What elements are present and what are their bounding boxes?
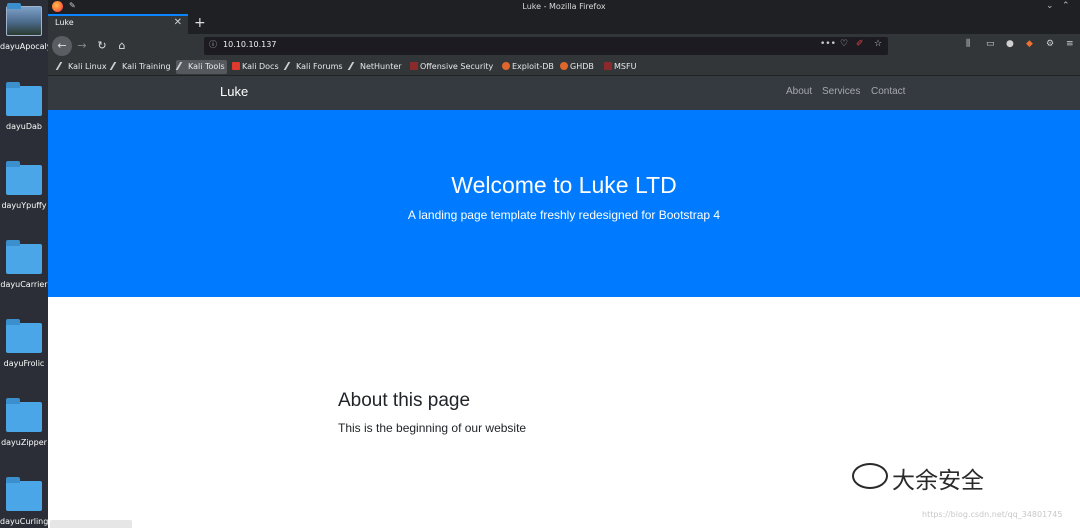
bookmark-kali-linux[interactable]: Kali Linux (55, 60, 107, 74)
browser-window: ✎ Luke - Mozilla Firefox ⌄ ⌃ Luke ✕ + ← … (48, 0, 1080, 528)
desktop-icon-dayuapocalyst[interactable]: dayuApocalyst (0, 3, 48, 51)
account-icon[interactable]: ● (1006, 39, 1014, 49)
nav-link-about[interactable]: About (786, 86, 812, 97)
window-titlebar: ✎ Luke - Mozilla Firefox ⌄ ⌃ (48, 0, 1080, 14)
bookmark-star-icon[interactable]: ☆ (874, 39, 882, 49)
kali-dragon-icon (109, 62, 123, 70)
maximize-icon[interactable]: ⌃ (1062, 0, 1070, 12)
image-folder-icon (6, 3, 42, 36)
web-page: Luke About Services Contact Welcome to L… (48, 76, 1080, 528)
nethunter-icon (347, 62, 361, 70)
msfu-icon (604, 62, 612, 70)
desktop-icon-label: dayuZipper (1, 438, 47, 447)
bookmark-label: Kali Tools (188, 62, 225, 71)
bookmark-label: GHDB (570, 62, 594, 71)
site-brand[interactable]: Luke (220, 84, 248, 99)
watermark-text: 大余安全 (892, 468, 984, 494)
site-navbar: Luke About Services Contact (48, 76, 1080, 110)
desktop-icon-label: dayuYpuffy (1, 201, 47, 210)
desktop-icon-label: dayuApocalyst (0, 42, 48, 51)
nav-link-contact[interactable]: Contact (871, 86, 905, 97)
source-url-watermark: https://blog.csdn.net/qq_34801745 (922, 510, 1063, 519)
bookmark-label: Kali Forums (296, 62, 343, 71)
desktop-icon-label: dayuCarrier (0, 280, 48, 289)
bookmark-label: Kali Training (122, 62, 171, 71)
desktop-icon-dayucarrier[interactable]: dayuCarrier (0, 240, 48, 289)
bookmarks-toolbar: Kali Linux Kali Training Kali Tools Kali… (48, 58, 1080, 76)
page-actions-icon[interactable]: ••• (820, 39, 836, 49)
pocket-icon[interactable]: ♡ (840, 39, 848, 49)
forward-arrow-icon[interactable]: → (72, 36, 92, 56)
bookmark-label: Kali Docs (242, 62, 279, 71)
folder-icon (6, 477, 42, 511)
bookmark-label: MSFU (614, 62, 637, 71)
tab-luke[interactable]: Luke ✕ (48, 14, 188, 34)
folder-icon (6, 82, 42, 116)
desktop-icon-dayucurling[interactable]: dayuCurling (0, 477, 48, 526)
folder-icon (6, 398, 42, 432)
extension-icon[interactable]: ◆ (1026, 39, 1033, 49)
bookmark-kali-tools[interactable]: Kali Tools (175, 60, 227, 74)
bookmark-kali-training[interactable]: Kali Training (109, 60, 171, 74)
offensive-security-icon (410, 62, 418, 70)
hero-subtitle: A landing page template freshly redesign… (407, 208, 721, 222)
url-text[interactable]: 10.10.10.137 (223, 40, 276, 49)
home-icon[interactable]: ⌂ (112, 36, 132, 56)
url-bar[interactable]: ⓘ 10.10.10.137 ••• ♡ ✐ ☆ (204, 37, 888, 55)
bookmark-msfu[interactable]: MSFU (604, 60, 636, 74)
settings-gear-icon[interactable]: ⚙ (1046, 39, 1054, 49)
bookmark-label: NetHunter (360, 62, 402, 71)
library-icon[interactable]: ⫼ (966, 39, 970, 49)
close-tab-icon[interactable]: ✕ (174, 17, 182, 28)
desktop-sidebar: dayuApocalyst dayuDab dayuYpuffy dayuCar… (0, 0, 48, 528)
bookmark-offensive-security[interactable]: Offensive Security (410, 60, 493, 74)
desktop-icon-dayufrolic[interactable]: dayuFrolic (0, 319, 48, 368)
minimize-icon[interactable]: ⌄ (1046, 0, 1054, 12)
watermark: 大余安全 (852, 461, 984, 495)
navigation-toolbar: ← → ↻ ⌂ ⓘ 10.10.10.137 ••• ♡ ✐ ☆ ⫼ ▭ ● ◆… (48, 34, 1080, 58)
about-text: This is the beginning of our website (338, 421, 527, 435)
kali-docs-icon (232, 62, 240, 70)
window-title: Luke - Mozilla Firefox (522, 2, 606, 11)
bookmark-label: Kali Linux (68, 62, 107, 71)
bookmark-kali-forums[interactable]: Kali Forums (283, 60, 343, 74)
new-tab-icon[interactable]: + (194, 15, 206, 31)
back-arrow-icon[interactable]: ← (52, 36, 72, 56)
bookmark-ghdb[interactable]: GHDB (560, 60, 594, 74)
wechat-icon (852, 463, 888, 489)
bookmark-nethunter[interactable]: NetHunter (347, 60, 402, 74)
about-heading: About this page (338, 390, 471, 411)
site-info-icon[interactable]: ⓘ (209, 39, 217, 50)
bookmark-exploit-db[interactable]: Exploit-DB (502, 60, 554, 74)
desktop-icon-label: dayuCurling (0, 517, 48, 526)
desktop-icon-label: dayuDab (6, 122, 42, 131)
exploit-db-icon (502, 62, 510, 70)
tab-strip: Luke ✕ + (48, 14, 1080, 34)
status-tooltip (50, 520, 132, 528)
screenshot-icon[interactable]: ✐ (856, 39, 864, 49)
desktop-icon-label: dayuFrolic (3, 359, 45, 368)
bookmark-kali-docs[interactable]: Kali Docs (232, 60, 279, 74)
ghdb-icon (560, 62, 568, 70)
kali-dragon-icon (55, 62, 69, 70)
folder-icon (6, 240, 42, 274)
bookmark-label: Offensive Security (420, 62, 494, 71)
folder-icon (6, 319, 42, 353)
hero-title: Welcome to Luke LTD (451, 172, 677, 198)
kali-dragon-icon (283, 62, 297, 70)
desktop-icon-dayuzipper[interactable]: dayuZipper (0, 398, 48, 447)
desktop-icon-dayudab[interactable]: dayuDab (0, 82, 48, 131)
desktop-icon-dayuypuffy[interactable]: dayuYpuffy (0, 161, 48, 210)
kali-dragon-icon (175, 62, 189, 70)
reload-icon[interactable]: ↻ (92, 36, 112, 56)
tab-title: Luke (55, 18, 74, 27)
hero-banner: Welcome to Luke LTD A landing page templ… (48, 110, 1080, 297)
nav-link-services[interactable]: Services (822, 86, 860, 97)
folder-icon (6, 161, 42, 195)
sidebar-icon[interactable]: ▭ (986, 39, 995, 49)
bookmark-label: Exploit-DB (512, 62, 554, 71)
menu-icon[interactable]: ≡ (1066, 39, 1074, 49)
